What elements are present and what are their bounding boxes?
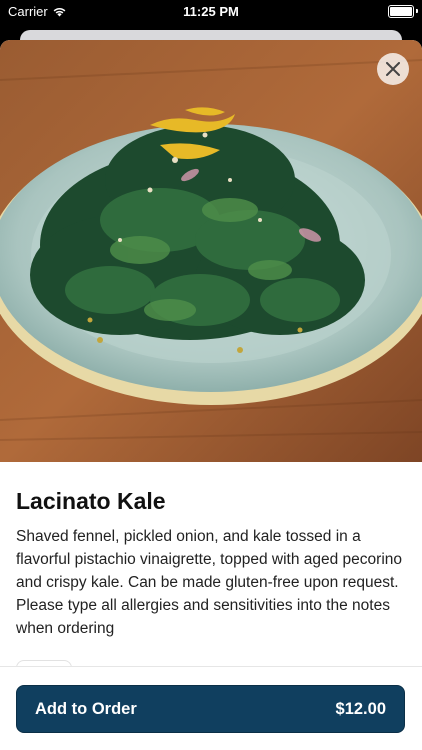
battery-tip (416, 9, 418, 13)
item-title: Lacinato Kale (16, 488, 166, 514)
status-time: 11:25 PM (183, 4, 239, 19)
item-description: Shaved fennel, pickled onion, and kale t… (16, 528, 403, 637)
add-to-order-button[interactable]: Add to Order $12.00 (16, 685, 405, 733)
status-bar: Carrier 11:25 PM (0, 0, 422, 24)
item-details: Lacinato Kale Shaved fennel, pickled oni… (16, 488, 406, 640)
add-to-order-label: Add to Order (35, 699, 137, 718)
close-icon (386, 62, 400, 76)
salad-photo (0, 40, 422, 462)
item-detail-sheet: Lacinato Kale Shaved fennel, pickled oni… (0, 40, 422, 750)
order-footer: Add to Order $12.00 (0, 666, 422, 750)
close-button[interactable] (377, 53, 409, 85)
item-price: $12.00 (335, 699, 386, 718)
battery-icon (388, 5, 414, 18)
